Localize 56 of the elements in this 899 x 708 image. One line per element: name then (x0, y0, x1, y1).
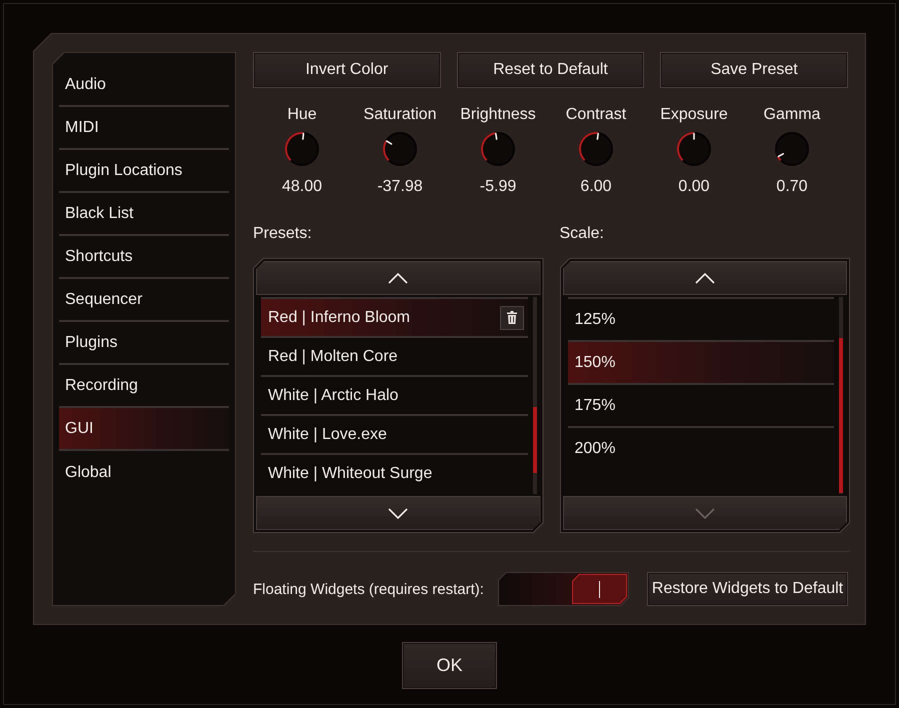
chevron-up-icon (694, 272, 715, 284)
chevron-up-icon (388, 272, 408, 284)
rotary-knob[interactable] (382, 131, 418, 167)
rotary-knob[interactable] (284, 131, 320, 167)
scrollbar-track[interactable] (532, 297, 536, 494)
list-item[interactable]: 150% (568, 340, 834, 383)
action-button[interactable]: Reset to Default (456, 52, 644, 88)
action-button[interactable]: Invert Color (253, 52, 441, 88)
rotary-knob[interactable] (480, 131, 516, 167)
knob-value: 0.70 (776, 177, 808, 197)
section-label: Scale: (560, 224, 604, 244)
scrollbar-thumb[interactable] (532, 407, 536, 473)
knob-value: -5.99 (480, 177, 516, 197)
sidebar-item[interactable]: Shortcuts (59, 236, 229, 279)
sidebar-item[interactable]: Audio (59, 64, 229, 107)
list-item[interactable]: Red | Molten Core (261, 336, 528, 375)
action-button[interactable]: Save Preset (660, 52, 848, 88)
knob-label: Hue (287, 105, 317, 125)
sidebar-item[interactable]: GUI (59, 408, 229, 451)
sidebar-item[interactable]: Black List (59, 193, 229, 236)
list-item[interactable]: Red | Inferno Bloom (261, 297, 528, 336)
knob-label: Gamma (764, 105, 820, 125)
knob-value: 48.00 (282, 177, 322, 197)
chevron-down-icon (388, 508, 408, 518)
setting-label: Floating Widgets (requires restart): (253, 580, 484, 598)
list-item[interactable]: White | Arctic Halo (261, 375, 528, 414)
scrollbar-thumb[interactable] (839, 338, 843, 493)
list-item[interactable]: 175% (568, 383, 834, 426)
scroll-up-button[interactable] (562, 261, 847, 295)
sidebar-item[interactable]: Global (59, 451, 229, 494)
list-item[interactable]: 200% (568, 426, 834, 469)
restore-button[interactable]: Restore Widgets to Default (646, 572, 848, 606)
knob-value: 0.00 (678, 177, 710, 197)
delete-button[interactable] (500, 306, 524, 330)
chevron-down-icon (694, 508, 715, 518)
sidebar-item[interactable]: MIDI (59, 107, 229, 150)
section-label: Presets: (253, 224, 312, 244)
knob-label: Contrast (566, 105, 626, 125)
list-item[interactable]: White | Whiteout Surge (261, 453, 528, 492)
rotary-knob[interactable] (578, 131, 614, 167)
rotary-knob[interactable] (676, 131, 712, 167)
knob-label: Saturation (364, 105, 436, 125)
scroll-down-button[interactable] (256, 496, 540, 530)
knob-label: Exposure (660, 105, 728, 125)
sidebar-item[interactable]: Sequencer (59, 279, 229, 322)
trash-icon (506, 311, 516, 324)
sidebar-item[interactable]: Plugin Locations (59, 150, 229, 193)
ok-button[interactable]: OK (402, 642, 497, 689)
scroll-up-button[interactable] (256, 261, 540, 295)
sidebar-item[interactable]: Plugins (59, 322, 229, 365)
knob-label: Brightness (460, 105, 536, 125)
list-item[interactable]: White | Love.exe (261, 414, 528, 453)
toggle-switch[interactable] (498, 572, 629, 606)
knob-value: 6.00 (580, 177, 612, 197)
knob-value: -37.98 (377, 177, 423, 197)
scrollbar-track[interactable] (839, 297, 843, 494)
